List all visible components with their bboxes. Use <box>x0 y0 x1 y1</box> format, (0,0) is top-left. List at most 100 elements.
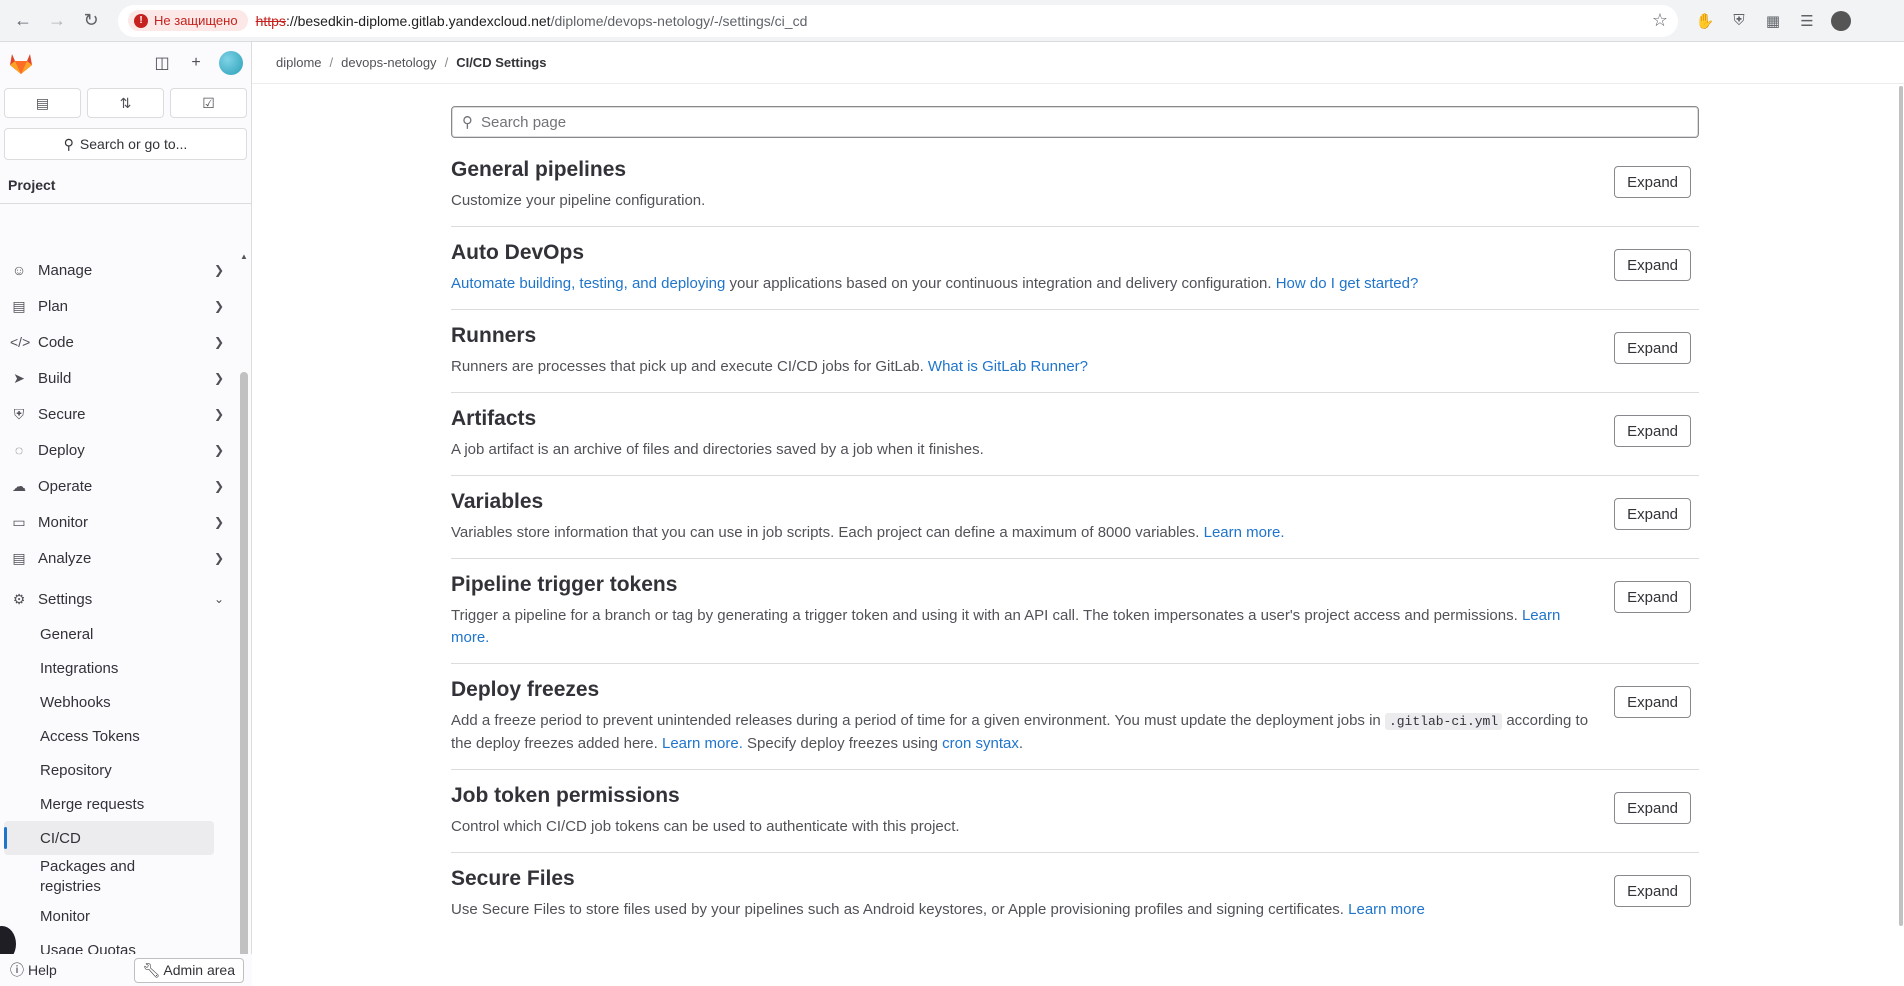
expand-button[interactable]: Expand <box>1614 686 1691 718</box>
sidebar-subitem-access-tokens[interactable]: Access Tokens <box>0 719 236 753</box>
chevron-right-icon: ❯ <box>213 407 224 421</box>
section-deploy-freezes: Deploy freezes Add a freeze period to pr… <box>451 664 1699 770</box>
section-description: A job artifact is an archive of files an… <box>451 441 984 458</box>
get-started-link[interactable]: How do I get started? <box>1276 275 1419 292</box>
search-or-go-button[interactable]: ⚲ Search or go to... <box>4 128 247 160</box>
scroll-up-icon[interactable]: ▲ <box>240 252 248 261</box>
section-description: Variables store information that you can… <box>451 524 1285 541</box>
section-description: Automate building, testing, and deployin… <box>451 275 1419 292</box>
sidebar-item-secure[interactable]: ⛨ Secure ❯ <box>0 396 236 432</box>
expand-button[interactable]: Expand <box>1614 166 1691 198</box>
address-bar[interactable]: ! Не защищено https://besedkin-diplome.g… <box>118 4 1678 37</box>
expand-button[interactable]: Expand <box>1614 415 1691 447</box>
sidebar-item-analyze[interactable]: ▤ Analyze ❯ <box>0 540 236 576</box>
sidebar-toggle-icon[interactable]: ◫ <box>151 52 173 74</box>
sidebar-item-deploy[interactable]: ◌ Deploy ❯ <box>0 432 236 468</box>
back-icon[interactable]: ← <box>8 6 38 36</box>
quick-actions: ▤ ⇅ ☑ <box>0 84 251 122</box>
section-description: Runners are processes that pick up and e… <box>451 358 1088 375</box>
extension-hand-icon[interactable]: ✋ <box>1690 6 1720 36</box>
section-variables: Variables Variables store information th… <box>451 476 1699 559</box>
section-description: Control which CI/CD job tokens can be us… <box>451 818 960 835</box>
expand-button[interactable]: Expand <box>1614 332 1691 364</box>
users-icon: ☺ <box>11 262 27 278</box>
sidebar-subitem-integrations[interactable]: Integrations <box>0 651 236 685</box>
expand-button[interactable]: Expand <box>1614 498 1691 530</box>
help-button[interactable]: ⓘ Help <box>8 960 57 980</box>
admin-area-button[interactable]: 🔧︎ Admin area <box>133 957 244 983</box>
issues-icon[interactable]: ▤ <box>4 88 81 118</box>
runner-help-link[interactable]: What is GitLab Runner? <box>928 358 1088 375</box>
expand-button[interactable]: Expand <box>1614 875 1691 907</box>
sidebar-subitem-general[interactable]: General <box>0 617 236 651</box>
section-title: Job token permissions <box>451 784 680 807</box>
sidebar-item-operate[interactable]: ☁ Operate ❯ <box>0 468 236 504</box>
main-scrollbar[interactable] <box>1898 42 1904 986</box>
extension-shield-icon[interactable]: ⛨ <box>1724 6 1754 36</box>
sidebar-subitem-cicd[interactable]: CI/CD <box>4 821 214 855</box>
section-title: Variables <box>451 490 544 513</box>
browser-toolbar: ← → ↻ ! Не защищено https://besedkin-dip… <box>0 0 1904 42</box>
merge-requests-icon[interactable]: ⇅ <box>87 88 164 118</box>
monitor-icon: ▭ <box>12 513 26 530</box>
chart-icon: ▤ <box>12 549 26 566</box>
section-title: General pipelines <box>451 158 627 181</box>
forward-icon[interactable]: → <box>42 6 72 36</box>
profile-avatar[interactable] <box>1826 6 1856 36</box>
cloud-icon: ☁ <box>12 477 26 494</box>
sidebar-item-manage[interactable]: ☺ Manage ❯ <box>0 252 236 288</box>
search-icon: ⚲ <box>63 135 74 152</box>
main-scrollbar-thumb[interactable] <box>1899 86 1903 926</box>
breadcrumb-item-project[interactable]: devops-netology <box>341 55 436 70</box>
question-icon: ⓘ <box>10 962 24 978</box>
user-avatar[interactable] <box>219 51 243 75</box>
warning-icon: ! <box>134 13 148 28</box>
security-indicator[interactable]: ! Не защищено <box>128 10 248 31</box>
sidebar-footer: ⓘ Help 🔧︎ Admin area <box>0 954 252 986</box>
chevron-right-icon: ❯ <box>213 335 224 349</box>
search-page-input[interactable]: ⚲ Search page <box>451 106 1699 138</box>
sidebar-scrollbar-thumb[interactable] <box>240 372 248 972</box>
section-auto-devops: Auto DevOps Automate building, testing, … <box>451 227 1699 310</box>
learn-more-link[interactable]: Learn more. <box>1204 524 1285 541</box>
bookmark-star-icon[interactable]: ☆ <box>1652 10 1668 31</box>
auto-devops-link[interactable]: Automate building, testing, and deployin… <box>451 275 725 292</box>
section-description: Customize your pipeline configuration. <box>451 192 706 209</box>
section-title: Artifacts <box>451 407 537 430</box>
section-job-token-permissions: Job token permissions Control which CI/C… <box>451 770 1699 853</box>
learn-more-link[interactable]: Learn more <box>1348 901 1425 918</box>
todo-icon[interactable]: ☑ <box>170 88 247 118</box>
expand-button[interactable]: Expand <box>1614 581 1691 613</box>
sidebar-subitem-webhooks[interactable]: Webhooks <box>0 685 236 719</box>
cron-syntax-link[interactable]: cron syntax <box>942 735 1019 752</box>
sidebar-item-settings[interactable]: ⚙ Settings ⌄ <box>0 581 236 617</box>
section-title: Deploy freezes <box>451 678 600 701</box>
learn-more-link[interactable]: Learn more. <box>662 735 743 752</box>
section-description: Use Secure Files to store files used by … <box>451 901 1425 918</box>
chevron-right-icon: ❯ <box>213 551 224 565</box>
sidebar-subitem-repository[interactable]: Repository <box>0 753 236 787</box>
gitlab-logo-icon[interactable] <box>8 50 34 76</box>
plus-icon[interactable]: + <box>185 52 207 74</box>
reload-icon[interactable]: ↻ <box>76 6 106 36</box>
sidebar-subitem-packages-registries[interactable]: Packages and registries <box>0 855 190 899</box>
sidebar-subitem-merge-requests[interactable]: Merge requests <box>0 787 236 821</box>
chevron-right-icon: ❯ <box>213 443 224 457</box>
media-queue-icon[interactable]: ☰ <box>1792 6 1822 36</box>
sidebar-item-monitor[interactable]: ▭ Monitor ❯ <box>0 504 236 540</box>
breadcrumb-item-group[interactable]: diplome <box>276 55 322 70</box>
extensions-puzzle-icon[interactable]: ▦ <box>1758 6 1788 36</box>
sidebar-scrollbar[interactable]: ▲ ▼ <box>239 252 249 986</box>
breadcrumb-item-current[interactable]: CI/CD Settings <box>456 55 546 70</box>
expand-button[interactable]: Expand <box>1614 249 1691 281</box>
sidebar-item-build[interactable]: ➤ Build ❯ <box>0 360 236 396</box>
sidebar-section-title: Project <box>0 166 251 204</box>
sidebar-item-plan[interactable]: ▤ Plan ❯ <box>0 288 236 324</box>
wrench-icon: 🔧︎ <box>142 961 161 978</box>
sidebar-subitem-monitor[interactable]: Monitor <box>0 899 236 933</box>
section-artifacts: Artifacts A job artifact is an archive o… <box>451 393 1699 476</box>
chevron-right-icon: ❯ <box>213 299 224 313</box>
sidebar-item-code[interactable]: </> Code ❯ <box>0 324 236 360</box>
section-pipeline-trigger-tokens: Pipeline trigger tokens Trigger a pipeli… <box>451 559 1699 664</box>
expand-button[interactable]: Expand <box>1614 792 1691 824</box>
